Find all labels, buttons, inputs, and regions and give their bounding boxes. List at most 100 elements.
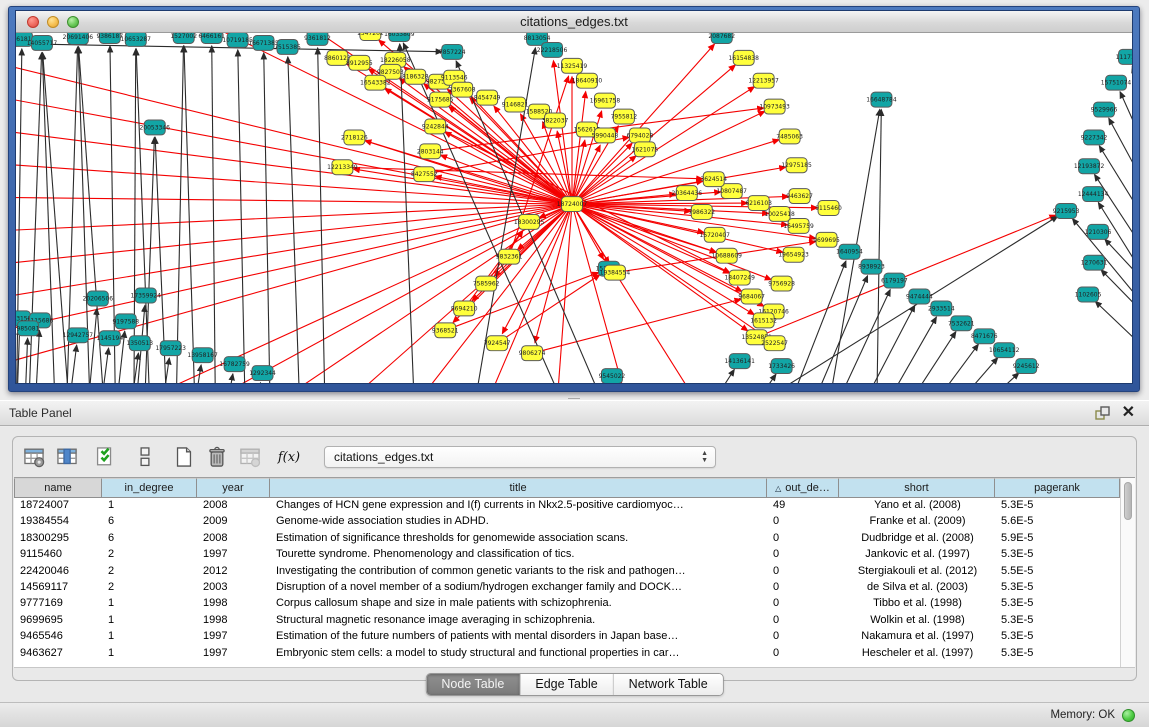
network-node[interactable]: 1547202 xyxy=(357,33,384,40)
network-node[interactable]: 9684067 xyxy=(738,289,765,304)
network-node[interactable]: 9245612 xyxy=(1013,359,1040,374)
network-node[interactable]: 11325419 xyxy=(557,58,588,73)
network-node[interactable]: 16782759 xyxy=(219,357,250,372)
network-node[interactable]: 1145194 xyxy=(97,331,124,346)
network-node[interactable]: 12213349 xyxy=(327,160,358,175)
table-row[interactable]: 946554611997Estimation of the future num… xyxy=(14,629,1120,645)
network-node[interactable]: 7585962 xyxy=(473,276,500,291)
column-header-pagerank[interactable]: pagerank xyxy=(995,478,1120,498)
network-node[interactable]: 8186328 xyxy=(402,69,429,84)
column-header-in_degree[interactable]: in_degree xyxy=(102,478,197,498)
delete-table-icon[interactable] xyxy=(204,444,230,470)
network-node[interactable]: 9227342 xyxy=(1081,130,1108,145)
network-node[interactable]: 9529966 xyxy=(1091,102,1118,117)
memory-ok-indicator-icon[interactable] xyxy=(1122,709,1135,722)
network-node[interactable]: 9175685 xyxy=(427,92,454,107)
column-header-out_de[interactable]: △out_de… xyxy=(767,478,839,498)
network-node[interactable]: 6216103 xyxy=(745,196,772,211)
network-node[interactable]: 2087682 xyxy=(708,33,735,43)
column-header-title[interactable]: title xyxy=(270,478,767,498)
table-row[interactable]: 969969511998Structural magnetic resonanc… xyxy=(14,613,1120,629)
network-node[interactable]: 2522547 xyxy=(761,336,788,351)
network-window[interactable]: citations_edges.txt 18724007936181714055… xyxy=(8,6,1140,392)
network-node[interactable]: 16033809 xyxy=(384,33,415,41)
merge-rows-icon[interactable] xyxy=(132,444,158,470)
network-node[interactable]: 1640954 xyxy=(836,244,863,259)
network-node[interactable]: 15720407 xyxy=(700,227,731,242)
network-node[interactable]: 6179197 xyxy=(881,273,908,288)
network-node[interactable]: 1117104 xyxy=(1116,49,1132,64)
new-table-icon[interactable] xyxy=(171,444,197,470)
network-node[interactable]: 9115460 xyxy=(815,201,842,216)
tab-edge-table[interactable]: Edge Table xyxy=(520,674,613,695)
table-row[interactable]: 911546021997Tourette syndrome. Phenomeno… xyxy=(14,547,1120,563)
network-node[interactable]: 8860123 xyxy=(324,50,351,65)
network-node[interactable]: 9368521 xyxy=(432,323,459,338)
network-node[interactable]: 12942757 xyxy=(63,328,94,343)
network-node[interactable]: 9832361 xyxy=(496,249,523,264)
network-node[interactable]: 16495759 xyxy=(783,218,814,233)
network-node[interactable]: 20053346 xyxy=(140,120,171,135)
network-node[interactable]: 9756928 xyxy=(768,276,795,291)
network-node[interactable]: 9699695 xyxy=(813,232,840,247)
network-node[interactable]: 7515385 xyxy=(274,39,301,54)
network-node[interactable]: 18407249 xyxy=(724,270,755,285)
network-node[interactable]: 10719185 xyxy=(222,33,253,47)
network-canvas[interactable]: 1872400793618171405571720691406938618710… xyxy=(16,33,1132,383)
network-node[interactable]: 9386187 xyxy=(97,33,124,43)
network-node[interactable]: 19384554 xyxy=(600,265,631,280)
network-node[interactable]: 20691406 xyxy=(63,33,94,44)
network-node[interactable]: 1102605 xyxy=(1075,287,1102,302)
network-canvas-area[interactable]: 1872400793618171405571720691406938618710… xyxy=(16,33,1132,383)
network-node[interactable]: 7532621 xyxy=(948,316,975,331)
network-window-titlebar[interactable]: citations_edges.txt xyxy=(16,11,1132,33)
network-node[interactable]: 20364436 xyxy=(672,186,703,201)
network-node[interactable]: 10653287 xyxy=(121,33,152,46)
network-node[interactable]: 7485063 xyxy=(776,129,803,144)
network-node[interactable]: 1527002 xyxy=(170,33,197,43)
table-row[interactable]: 1830029562008Estimation of significance … xyxy=(14,531,1120,547)
network-node[interactable]: 9474444 xyxy=(906,289,933,304)
column-header-year[interactable]: year xyxy=(197,478,270,498)
network-node[interactable]: 9463627 xyxy=(786,189,813,204)
table-row[interactable]: 946362711997Embryonic stem cells: a mode… xyxy=(14,646,1120,662)
network-node[interactable]: 10688609 xyxy=(712,248,743,263)
network-node[interactable]: 1615132 xyxy=(750,313,777,328)
network-node[interactable]: 6466161 xyxy=(198,33,225,43)
network-node[interactable]: 2933514 xyxy=(928,301,955,316)
float-window-icon[interactable] xyxy=(1094,405,1112,421)
network-node[interactable]: 17957223 xyxy=(155,341,186,356)
table-row[interactable]: 1456911722003Disruption of a novel membe… xyxy=(14,580,1120,596)
select-columns-icon[interactable] xyxy=(54,444,80,470)
network-node[interactable]: 17359924 xyxy=(131,288,162,303)
table-select-dropdown[interactable]: citations_edges.txt ▲▼ xyxy=(324,446,716,468)
network-node[interactable]: 8938923 xyxy=(858,259,885,274)
network-node[interactable]: 16154838 xyxy=(728,50,759,65)
network-node[interactable]: 18640910 xyxy=(572,73,603,88)
network-node[interactable]: 6794028 xyxy=(627,128,654,143)
network-node[interactable]: 14136141 xyxy=(724,354,755,369)
network-node[interactable]: 2718126 xyxy=(341,130,368,145)
network-node[interactable]: 2803144 xyxy=(417,144,444,159)
table-row[interactable]: 977716911998Corpus callosum shape and si… xyxy=(14,596,1120,612)
network-node[interactable]: 9806274 xyxy=(519,346,546,361)
network-node[interactable]: 16961758 xyxy=(590,93,621,108)
network-nodes[interactable]: 1872400793618171405571720691406938618710… xyxy=(16,33,1132,383)
tab-node-table[interactable]: Node Table xyxy=(426,674,520,695)
network-node[interactable]: 15751074 xyxy=(1101,75,1132,90)
network-node[interactable]: 9146821 xyxy=(502,97,529,112)
tab-network-table[interactable]: Network Table xyxy=(614,674,723,695)
network-node[interactable]: 9215953 xyxy=(1053,204,1080,219)
network-node[interactable]: 12193872 xyxy=(1074,159,1105,174)
column-header-name[interactable]: name xyxy=(14,478,102,498)
network-node[interactable]: 8471676 xyxy=(971,329,998,344)
table-settings-icon[interactable] xyxy=(21,444,47,470)
network-node[interactable]: 985081 xyxy=(17,321,40,336)
network-node[interactable]: 22218506 xyxy=(537,42,568,57)
column-header-short[interactable]: short xyxy=(839,478,995,498)
network-node[interactable]: 5990448 xyxy=(592,128,619,143)
network-node[interactable]: 13958167 xyxy=(187,348,218,363)
column-check-icon[interactable] xyxy=(93,444,119,470)
network-node[interactable]: 8912955 xyxy=(346,55,373,70)
network-node[interactable]: 1292344 xyxy=(249,366,276,381)
